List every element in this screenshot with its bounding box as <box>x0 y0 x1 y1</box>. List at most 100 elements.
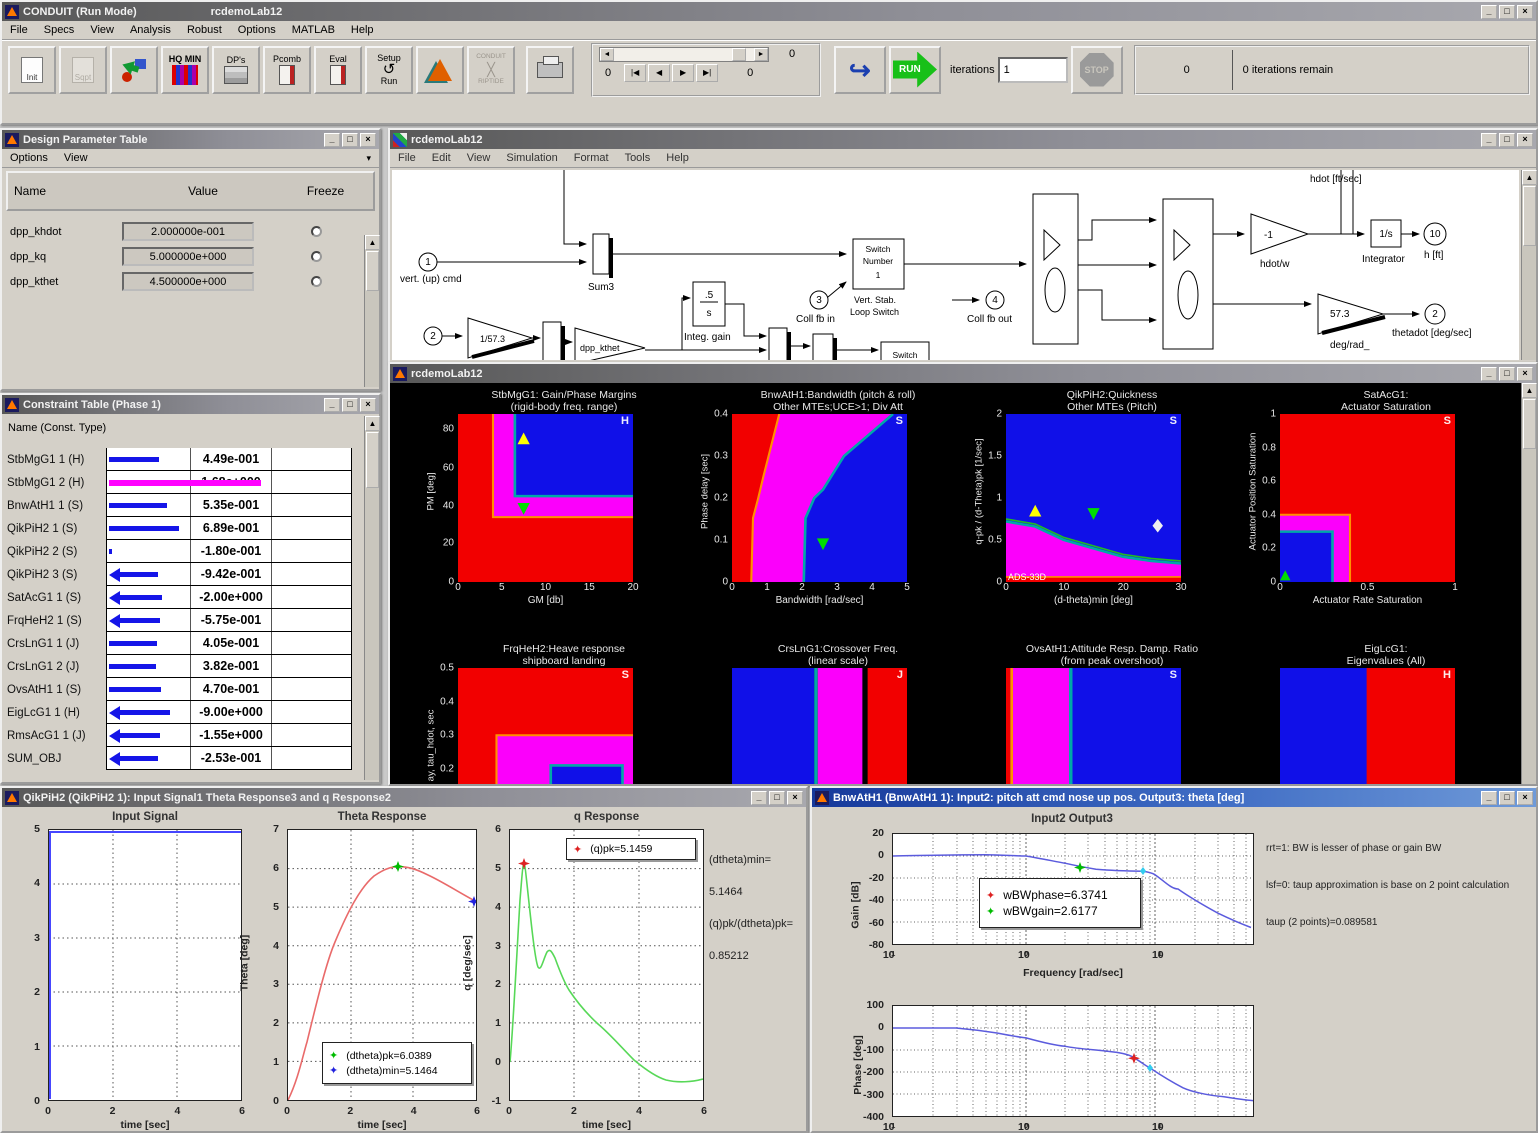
ct-scrollbar[interactable]: ▲ <box>364 416 379 780</box>
scroll-up-icon[interactable]: ▲ <box>365 235 380 250</box>
run-button[interactable]: RUN <box>889 46 941 94</box>
constraint-row[interactable]: RmsAcG1 1 (J) -1.55e+000 <box>2 724 379 747</box>
freeze-radio[interactable] <box>311 226 322 237</box>
plot-qikpih2[interactable]: QikPiH2:QuicknessOther MTEs (Pitch) q-pk… <box>966 389 1228 608</box>
menu-item[interactable]: MATLAB <box>292 24 335 36</box>
minimize-button[interactable]: _ <box>1481 367 1497 381</box>
titlebar-qikpih2[interactable]: QikPiH2 (QikPiH2 1): Input Signal1 Theta… <box>2 788 806 807</box>
plot-tool-button[interactable] <box>110 46 158 94</box>
maximize-button[interactable]: □ <box>342 398 358 412</box>
maximize-button[interactable]: □ <box>769 791 785 805</box>
stop-button[interactable]: STOP <box>1071 46 1123 94</box>
menu-item[interactable]: Robust <box>187 24 222 36</box>
menu-item[interactable]: View <box>467 152 491 164</box>
slider-left-arrow[interactable]: ◄ <box>600 48 614 61</box>
constraint-row[interactable]: FrqHeH2 1 (S) -5.75e-001 <box>2 609 379 632</box>
menu-item[interactable]: View <box>64 152 88 164</box>
maximize-button[interactable]: □ <box>1499 5 1515 19</box>
minimize-button[interactable]: _ <box>751 791 767 805</box>
minimize-button[interactable]: _ <box>1481 791 1497 805</box>
maximize-button[interactable]: □ <box>342 133 358 147</box>
close-button[interactable]: × <box>1517 367 1533 381</box>
menu-item[interactable]: Simulation <box>506 152 557 164</box>
close-button[interactable]: × <box>360 398 376 412</box>
menu-overflow-icon[interactable]: ▾ <box>366 153 371 164</box>
undo-button[interactable]: ↩ <box>834 46 886 94</box>
maximize-button[interactable]: □ <box>1499 133 1515 147</box>
parameter-value-field[interactable]: 5.000000e+000 <box>122 247 254 266</box>
plot-ovsath1[interactable]: OvsAtH1:Attitude Resp. Damp. Ratio(from … <box>966 643 1228 784</box>
menu-item[interactable]: Edit <box>432 152 451 164</box>
slider-right-arrow[interactable]: ► <box>754 48 768 61</box>
close-button[interactable]: × <box>1517 5 1533 19</box>
minimize-button[interactable]: _ <box>324 133 340 147</box>
freeze-radio[interactable] <box>311 251 322 262</box>
titlebar-plots[interactable]: rcdemoLab12 _ □ × <box>390 364 1536 383</box>
titlebar-simulink[interactable]: rcdemoLab12 _ □ × <box>390 130 1536 149</box>
menu-item[interactable]: Options <box>10 152 48 164</box>
eval-button[interactable]: Eval <box>314 46 362 94</box>
maximize-button[interactable]: □ <box>1499 367 1515 381</box>
menu-item[interactable]: Help <box>351 24 374 36</box>
scroll-up-icon[interactable]: ▲ <box>365 416 380 431</box>
close-button[interactable]: × <box>360 133 376 147</box>
titlebar-bnwath1[interactable]: BnwAtH1 (BnwAtH1 1): Input2: pitch att c… <box>812 788 1536 807</box>
dps-button[interactable]: DP's <box>212 46 260 94</box>
vcr-button[interactable]: ◀ <box>648 64 670 82</box>
vcr-button[interactable]: ▶ <box>672 64 694 82</box>
close-button[interactable]: × <box>1517 133 1533 147</box>
menu-item[interactable]: Specs <box>44 24 75 36</box>
iterations-input[interactable]: 1 <box>998 57 1068 83</box>
simulink-scrollbar[interactable]: ▲ <box>1521 170 1536 360</box>
maximize-button[interactable]: □ <box>1499 791 1515 805</box>
plots-scrollbar[interactable]: ▲ <box>1521 383 1536 784</box>
sqpt-button[interactable]: Sqpt <box>59 46 107 94</box>
matlab-button[interactable] <box>416 46 464 94</box>
hqmin-button[interactable]: HQ MIN <box>161 46 209 94</box>
minimize-button[interactable]: _ <box>1481 5 1497 19</box>
constraint-row[interactable]: OvsAtH1 1 (S) 4.70e-001 <box>2 678 379 701</box>
plot-crslng1[interactable]: CrsLnG1:Crossover Freq.(linear scale) J <box>692 643 954 784</box>
plot-bnwath1[interactable]: BnwAtH1:Bandwidth (pitch & roll)Other MT… <box>692 389 954 608</box>
menu-item[interactable]: Format <box>574 152 609 164</box>
constraint-row[interactable]: StbMgG1 2 (H) 1.68e+000 <box>2 471 379 494</box>
constraint-row[interactable]: CrsLnG1 1 (J) 4.05e-001 <box>2 632 379 655</box>
menu-item[interactable]: Options <box>238 24 276 36</box>
simulink-canvas[interactable]: 1 vert. (up) cmd Sum3 Switch Number 1 Ve… <box>392 170 1519 360</box>
parameter-value-field[interactable]: 2.000000e-001 <box>122 222 254 241</box>
iteration-slider[interactable]: ◄ ► <box>599 47 769 62</box>
plot-eiglcg1[interactable]: EigLcG1:Eigenvalues (All) H <box>1240 643 1502 784</box>
menu-item[interactable]: File <box>10 24 28 36</box>
titlebar-constraint-table[interactable]: Constraint Table (Phase 1) _ □ × <box>2 395 379 414</box>
menu-item[interactable]: View <box>90 24 114 36</box>
scroll-up-icon[interactable]: ▲ <box>1522 170 1537 185</box>
vcr-button[interactable]: ▶| <box>696 64 718 82</box>
setup-run-button[interactable]: Setup↺Run <box>365 46 413 94</box>
constraint-row[interactable]: QikPiH2 2 (S) -1.80e-001 <box>2 540 379 563</box>
minimize-button[interactable]: _ <box>1481 133 1497 147</box>
close-button[interactable]: × <box>1517 791 1533 805</box>
constraint-row[interactable]: SUM_OBJ -2.53e-001 <box>2 747 379 770</box>
minimize-button[interactable]: _ <box>324 398 340 412</box>
plot-frqheh2[interactable]: FrqHeH2:Heave responseshipboard landing … <box>418 643 680 784</box>
vcr-button[interactable]: |◀ <box>624 64 646 82</box>
close-button[interactable]: × <box>787 791 803 805</box>
conduit-riptide-button[interactable]: CONDUIT╳RIPTIDE <box>467 46 515 94</box>
freeze-radio[interactable] <box>311 276 322 287</box>
constraint-row[interactable]: QikPiH2 3 (S) -9.42e-001 <box>2 563 379 586</box>
pcomb-button[interactable]: Pcomb <box>263 46 311 94</box>
titlebar-dpt[interactable]: Design Parameter Table _ □ × <box>2 130 379 149</box>
menu-item[interactable]: Help <box>666 152 689 164</box>
plot-satacg1[interactable]: SatAcG1:Actuator Saturation Actuator Pos… <box>1240 389 1502 608</box>
constraint-row[interactable]: StbMgG1 1 (H) 4.49e-001 <box>2 448 379 471</box>
constraint-row[interactable]: CrsLnG1 2 (J) 3.82e-001 <box>2 655 379 678</box>
menu-item[interactable]: Analysis <box>130 24 171 36</box>
menu-item[interactable]: Tools <box>625 152 651 164</box>
init-button[interactable]: Init <box>8 46 56 94</box>
dpt-scrollbar[interactable]: ▲ <box>364 235 379 387</box>
slider-thumb[interactable] <box>732 48 746 61</box>
menu-item[interactable]: File <box>398 152 416 164</box>
print-button[interactable] <box>526 46 574 94</box>
parameter-value-field[interactable]: 4.500000e+000 <box>122 272 254 291</box>
plot-stbmgg1[interactable]: StbMgG1: Gain/Phase Margins(rigid-body f… <box>418 389 680 608</box>
